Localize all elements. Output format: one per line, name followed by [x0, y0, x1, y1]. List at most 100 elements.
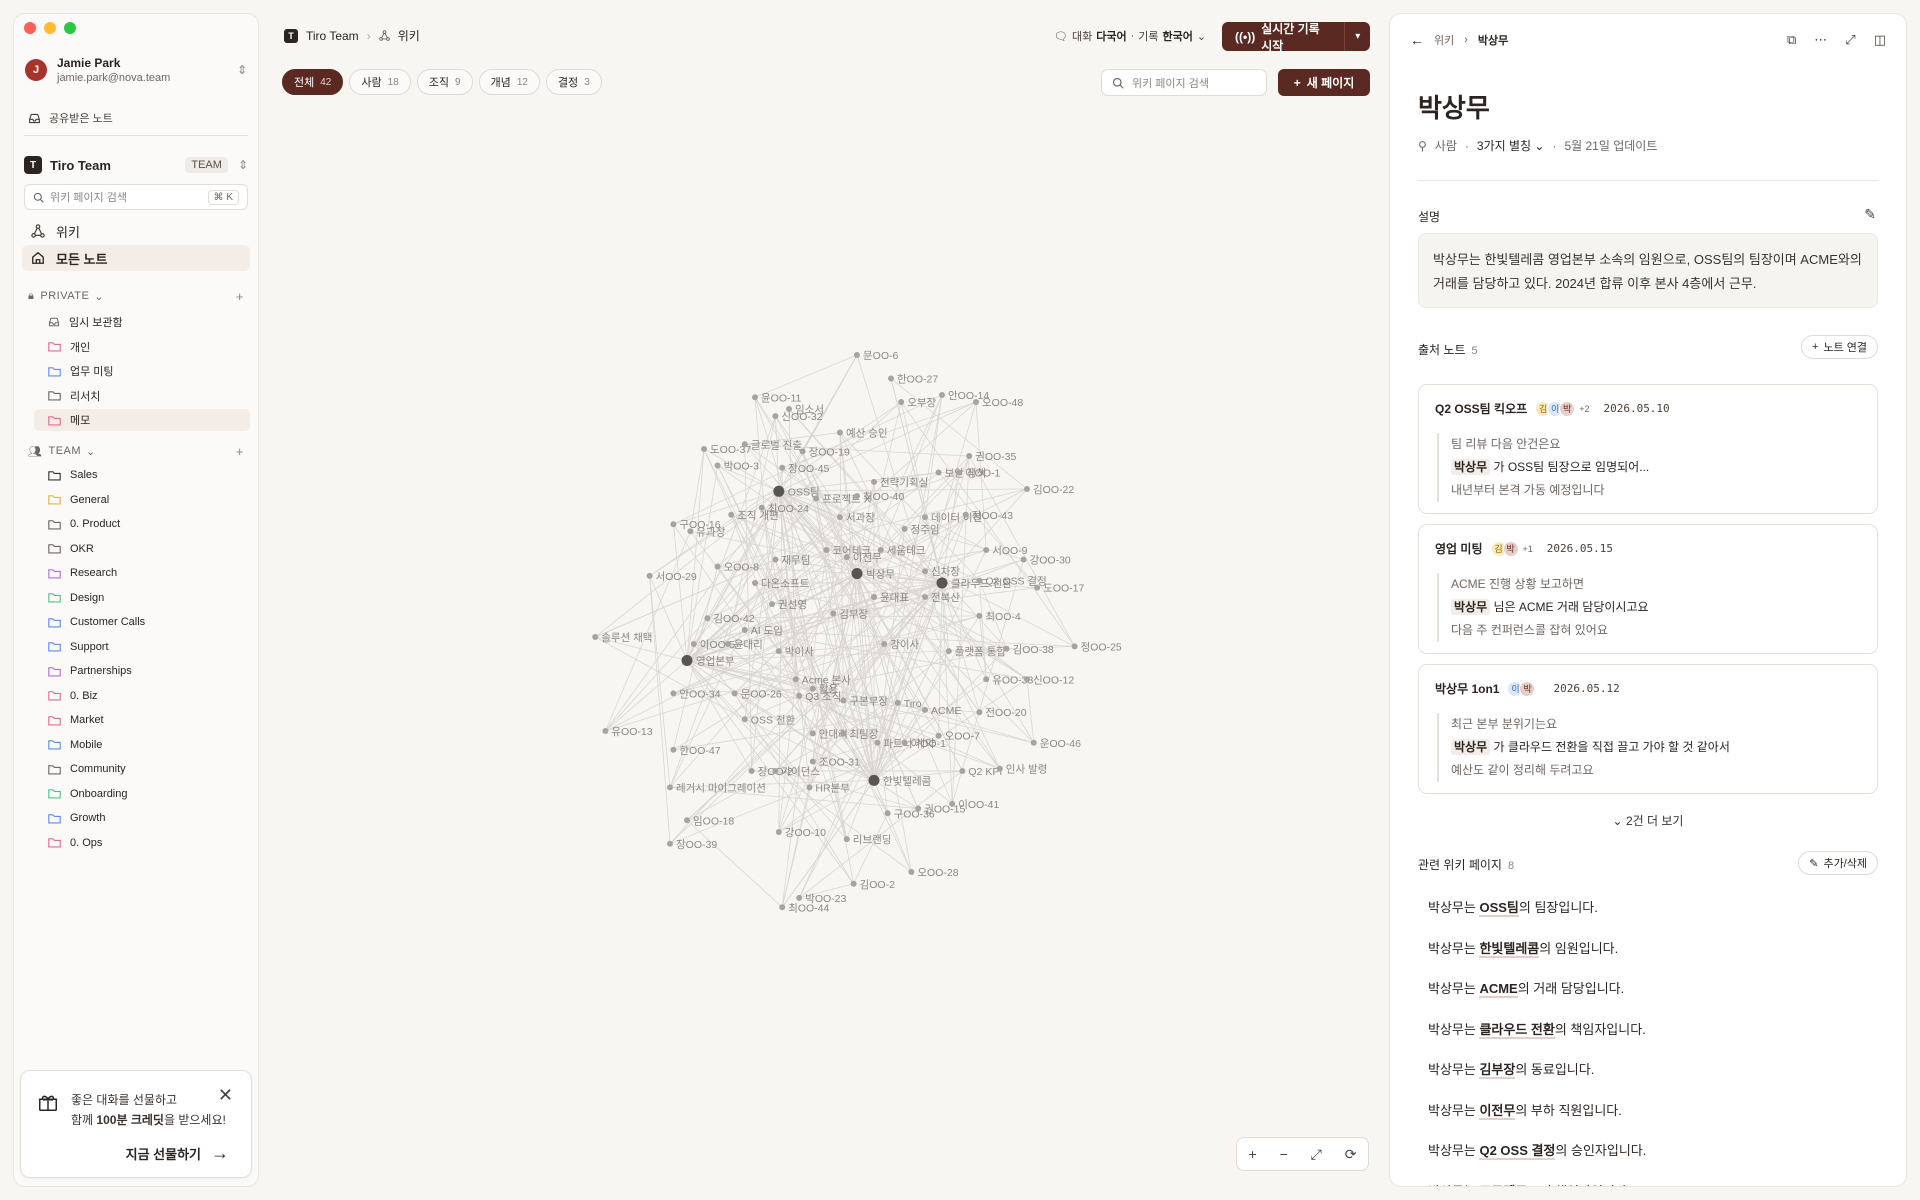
- graph-node[interactable]: [813, 495, 820, 502]
- graph-node[interactable]: [714, 462, 721, 469]
- fit-view-button[interactable]: ⤢: [1311, 1146, 1322, 1163]
- graph-node-label[interactable]: 조직 개편: [737, 509, 779, 522]
- filter-tab[interactable]: 개념 12: [478, 69, 540, 95]
- graph-node-label[interactable]: 최OO-4: [985, 611, 1020, 623]
- filter-tab[interactable]: 사람 18: [349, 69, 411, 95]
- graph-node[interactable]: [881, 641, 888, 648]
- graph-node[interactable]: [888, 375, 894, 382]
- graph-node-label[interactable]: 김OO-22: [1033, 484, 1074, 496]
- graph-node-label[interactable]: 한OO-47: [679, 745, 720, 757]
- folder-item[interactable]: General: [34, 489, 250, 511]
- graph-node-label[interactable]: Tiro: [904, 698, 922, 710]
- graph-node[interactable]: [854, 352, 860, 358]
- graph-node[interactable]: [922, 514, 928, 521]
- graph-node-label[interactable]: 서OO-9: [992, 545, 1027, 557]
- sidebar-toggle-icon[interactable]: ◫: [1874, 32, 1886, 48]
- graph-node[interactable]: [973, 399, 979, 405]
- folder-item[interactable]: 개인: [34, 336, 250, 358]
- team-switcher[interactable]: T Tiro Team TEAM ⇕: [24, 152, 248, 178]
- graph-node-label[interactable]: 김OO-2: [860, 879, 895, 891]
- graph-node[interactable]: [741, 716, 748, 723]
- copy-icon[interactable]: ⧉: [1787, 32, 1796, 48]
- graph-node[interactable]: [843, 836, 850, 843]
- graph-node[interactable]: [772, 767, 779, 774]
- graph-node-label[interactable]: 강OO-10: [785, 827, 826, 839]
- graph-node-label[interactable]: 권선영: [778, 599, 807, 611]
- graph-node[interactable]: [915, 805, 922, 812]
- graph-node[interactable]: [667, 840, 673, 847]
- folder-item[interactable]: Partnerships: [34, 660, 250, 682]
- minimize-window-button[interactable]: [44, 22, 56, 34]
- graph-node[interactable]: [922, 706, 928, 713]
- folder-item[interactable]: OKR: [34, 538, 250, 560]
- graph-node[interactable]: [752, 394, 758, 401]
- graph-node-label[interactable]: 박상무: [866, 569, 895, 581]
- graph-node[interactable]: [922, 568, 928, 575]
- folder-item[interactable]: Research: [34, 562, 250, 584]
- zoom-out-button[interactable]: −: [1280, 1146, 1288, 1162]
- graph-node-label[interactable]: 도OO-17: [1043, 583, 1084, 595]
- graph-node[interactable]: [741, 626, 748, 633]
- folder-item[interactable]: 메모: [34, 409, 250, 431]
- graph-node[interactable]: [724, 641, 731, 648]
- language-selector[interactable]: 🗨︎ 대화 다국어 · 기록 한국어 ⌄: [1054, 28, 1206, 44]
- graph-node-label[interactable]: 서과장: [846, 512, 875, 524]
- graph-node[interactable]: [945, 648, 952, 655]
- graph-node[interactable]: [837, 514, 843, 521]
- graph-node[interactable]: [687, 528, 694, 535]
- graph-node[interactable]: [681, 655, 693, 666]
- graph-node[interactable]: [775, 648, 782, 655]
- graph-node-label[interactable]: 오부장: [907, 397, 936, 409]
- graph-node[interactable]: [901, 739, 908, 746]
- graph-node-label[interactable]: 유OO-13: [611, 726, 652, 738]
- graph-node-label[interactable]: 전복산: [931, 592, 960, 604]
- graph-node[interactable]: [1034, 584, 1041, 591]
- folder-item[interactable]: Onboarding: [34, 783, 250, 805]
- graph-node-label[interactable]: 한빛텔레콤: [883, 775, 932, 787]
- graph-node[interactable]: [850, 880, 857, 887]
- graph-node-label[interactable]: 이OO-1: [965, 468, 1000, 480]
- reset-view-button[interactable]: ⟳: [1345, 1146, 1357, 1163]
- add-team-folder-button[interactable]: +: [236, 444, 244, 459]
- graph-node-label[interactable]: 박이사: [785, 646, 814, 658]
- graph-node[interactable]: [602, 728, 609, 734]
- filter-tab[interactable]: 조직 9: [416, 69, 473, 95]
- folder-item[interactable]: 0. Product: [34, 513, 250, 535]
- nav-wiki[interactable]: 위키: [22, 218, 250, 244]
- graph-node-label[interactable]: 안OO-34: [679, 688, 720, 700]
- graph-node-label[interactable]: 조OO-31: [819, 757, 860, 769]
- graph-node-label[interactable]: 한OO-27: [897, 374, 938, 386]
- graph-node-label[interactable]: 최OO-44: [788, 902, 829, 914]
- graph-node[interactable]: [792, 676, 799, 683]
- gift-cta-button[interactable]: 지금 선물하기 →: [126, 1143, 229, 1164]
- filter-tab[interactable]: 전체 42: [282, 69, 344, 95]
- close-window-button[interactable]: [24, 22, 36, 34]
- graph-node[interactable]: [871, 594, 877, 601]
- edit-related-button[interactable]: ✎ 추가/삭제: [1798, 851, 1878, 875]
- graph-node[interactable]: [983, 676, 990, 683]
- folder-item[interactable]: Market: [34, 709, 250, 731]
- graph-node[interactable]: [714, 563, 721, 570]
- graph-node-label[interactable]: 최팀장: [849, 728, 878, 740]
- graph-node[interactable]: [701, 446, 707, 452]
- graph-node-label[interactable]: 솔루션 채택: [601, 632, 652, 644]
- sidebar-search-input[interactable]: 위키 페이지 검색 ⌘ K: [24, 184, 248, 210]
- related-page-link[interactable]: 김부장: [1479, 1062, 1516, 1079]
- graph-search-input[interactable]: 위키 페이지 검색: [1101, 69, 1267, 96]
- description-text[interactable]: 박상무는 한빛텔레콤 영업본부 소속의 임원으로, OSS팀의 팀장이며 ACM…: [1418, 233, 1878, 308]
- nav-all-notes[interactable]: 모든 노트: [22, 245, 250, 271]
- graph-node-label[interactable]: 권OO-35: [975, 451, 1016, 463]
- graph-node-label[interactable]: 신차장: [931, 566, 960, 578]
- graph-node[interactable]: [830, 610, 837, 617]
- graph-node[interactable]: [741, 441, 748, 448]
- graph-node[interactable]: [769, 601, 775, 608]
- folder-item[interactable]: Community: [34, 758, 250, 780]
- graph-node-label[interactable]: 장OO-45: [788, 463, 829, 475]
- source-note-card[interactable]: 박상무 1on1 이 박 2026.05.12 최근 본부 분위기는요 박상무 가 클라우…: [1418, 664, 1878, 794]
- graph-node-label[interactable]: 임소서: [795, 403, 824, 416]
- graph-node[interactable]: [901, 525, 908, 532]
- folder-item[interactable]: Support: [34, 636, 250, 658]
- graph-node-label[interactable]: 정OO-25: [1081, 641, 1122, 653]
- graph-node[interactable]: [996, 765, 1003, 772]
- folder-item[interactable]: 임시 보관함: [34, 311, 250, 333]
